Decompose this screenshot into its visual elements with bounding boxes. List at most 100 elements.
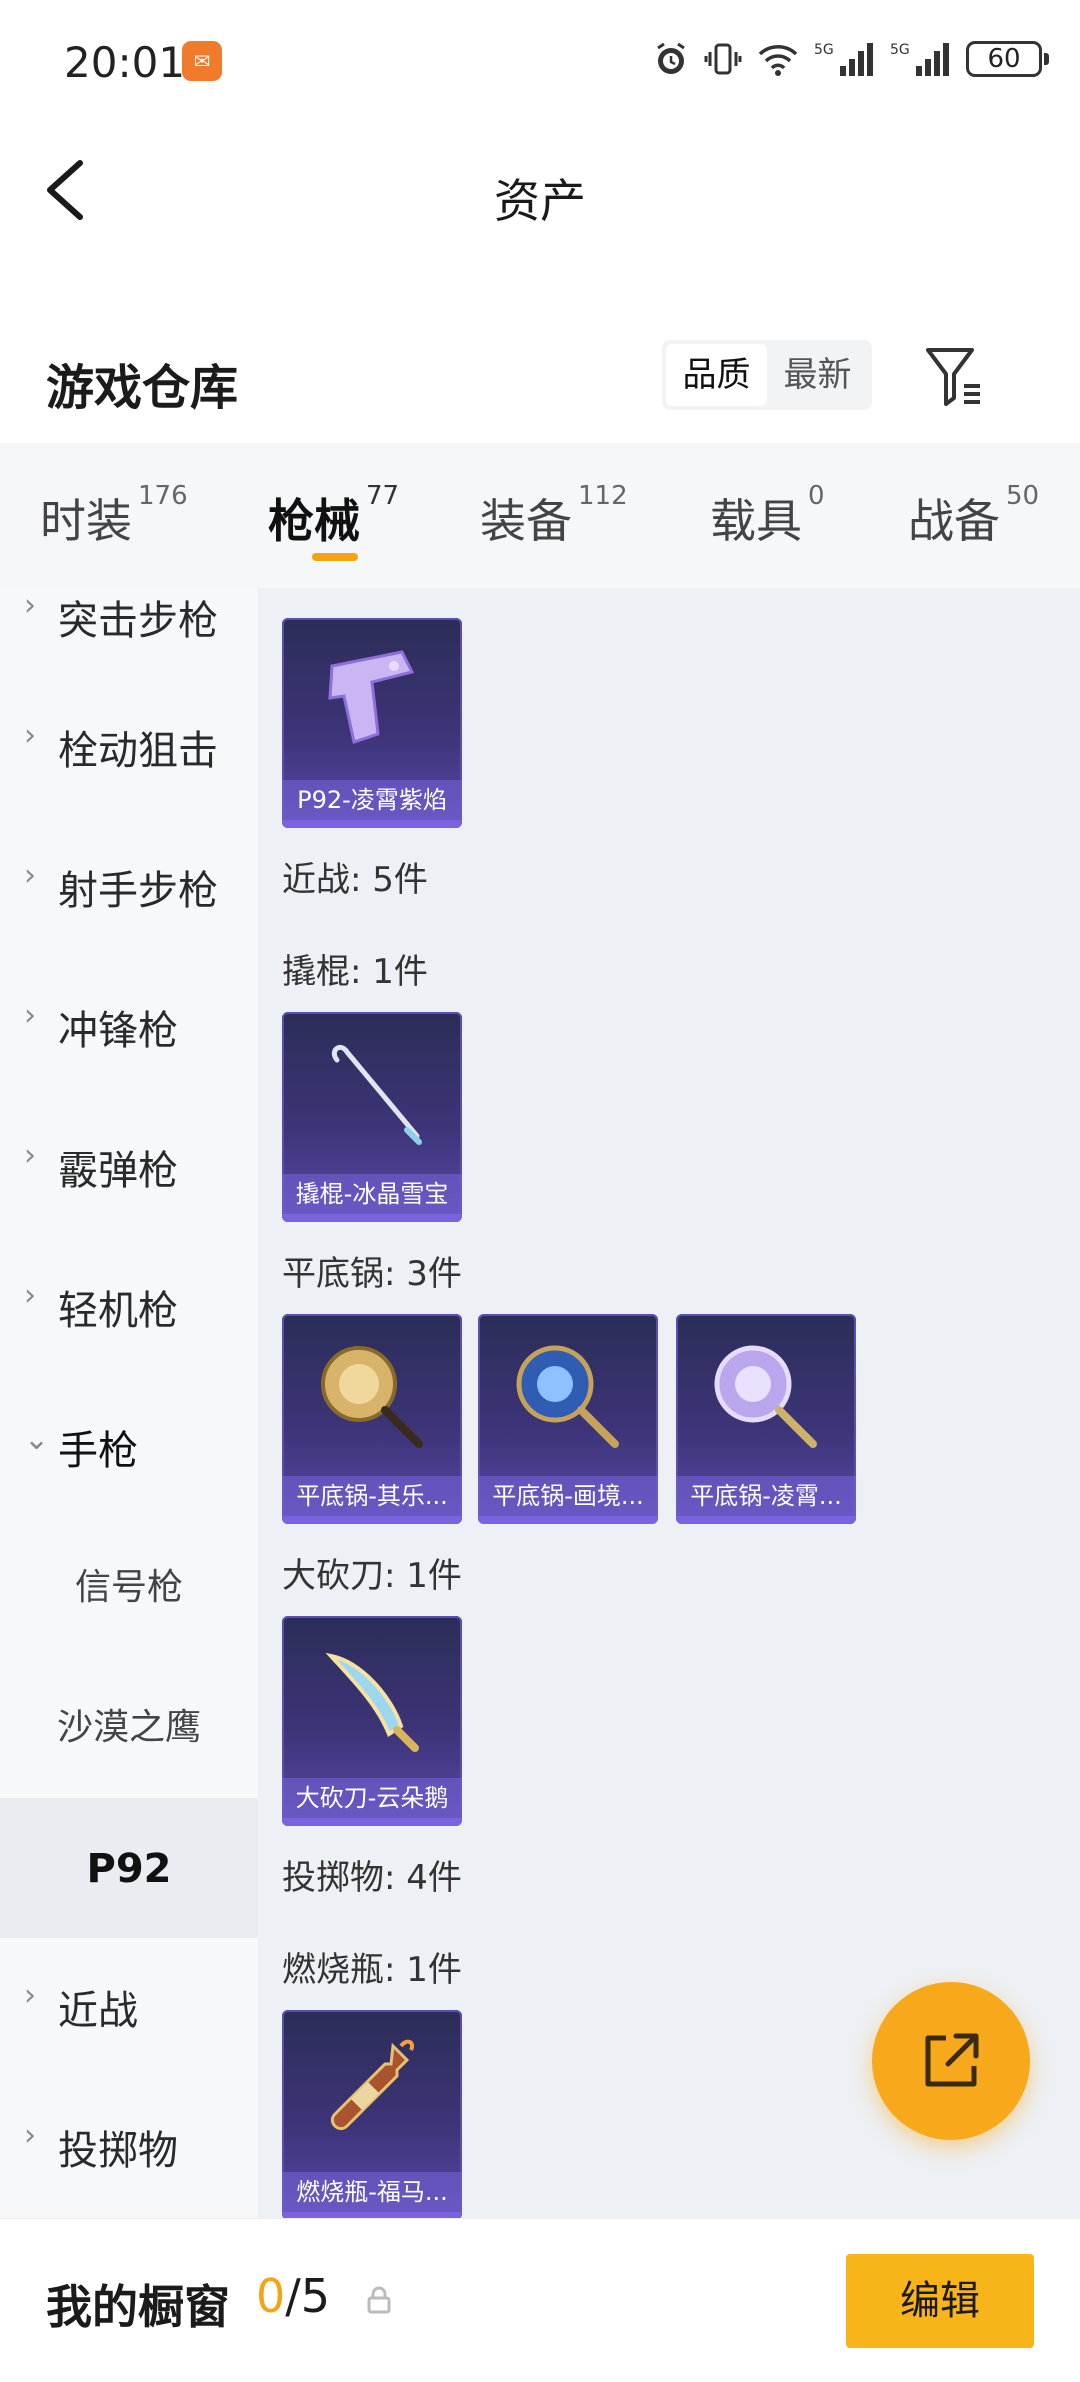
sidebar-item-label: 轻机枪 — [58, 1288, 178, 1334]
item-card-molotov[interactable]: 燃烧瓶-福马... — [282, 2010, 462, 2218]
rarity-bar — [282, 820, 462, 828]
tab-count: 112 — [578, 481, 628, 511]
tab-fashion[interactable]: 时装 176 — [40, 481, 188, 551]
status-icons: 5G 5G 60 — [652, 40, 1049, 78]
chevron-down-icon: ⌄ — [24, 1422, 50, 1457]
rarity-bar — [282, 1214, 462, 1222]
item-card-name: P92-凌霄紫焰 — [282, 780, 462, 820]
crowbar-icon — [282, 1012, 462, 1178]
sidebar-item-label: 手枪 — [58, 1428, 138, 1474]
page-title: 资产 — [494, 174, 586, 228]
item-card-name: 大砍刀-云朵鹅 — [282, 1778, 462, 1818]
chevron-right-icon: › — [24, 998, 36, 1033]
warehouse-header: 游戏仓库 品质 最新 — [0, 320, 1080, 440]
vibrate-icon — [704, 40, 742, 78]
sort-option-newest[interactable]: 最新 — [767, 344, 868, 406]
tab-equipment[interactable]: 装备 112 — [480, 481, 628, 551]
group-label-crowbar: 撬棍: 1件 — [282, 952, 428, 992]
alarm-icon — [652, 40, 690, 78]
edit-button[interactable]: 编辑 — [846, 2254, 1034, 2348]
sidebar-item-smg[interactable]: › 冲锋枪 — [0, 998, 258, 1138]
tab-supplies[interactable]: 战备 50 — [908, 481, 1039, 551]
frying-pan-icon — [478, 1314, 658, 1480]
item-card-pan-3[interactable]: 平底锅-凌霄... — [676, 1314, 856, 1524]
chevron-right-icon: › — [24, 858, 36, 893]
group-label-melee: 近战: 5件 — [282, 860, 428, 900]
share-button[interactable] — [872, 1982, 1030, 2140]
sidebar-subitem-label: 信号枪 — [74, 1567, 183, 1608]
tab-firearms[interactable]: 枪械 77 — [268, 481, 399, 551]
sidebar-item-melee[interactable]: › 近战 — [0, 1978, 258, 2118]
sidebar-item-pistol[interactable]: ⌄ 手枪 — [0, 1418, 258, 1558]
app-notification-icon: ✉ — [182, 41, 222, 81]
sidebar-item-label: 突击步枪 — [58, 598, 218, 644]
sidebar-item-label: 冲锋枪 — [58, 1008, 178, 1054]
showcase-label: 我的橱窗 — [46, 2280, 230, 2334]
item-card-name: 平底锅-凌霄... — [676, 1476, 856, 1516]
sidebar-subitem-flare-gun[interactable]: 信号枪 — [0, 1558, 258, 1698]
active-tab-indicator — [312, 553, 358, 561]
sort-option-quality[interactable]: 品质 — [666, 344, 767, 406]
item-card-p92[interactable]: P92-凌霄紫焰 — [282, 618, 462, 828]
item-card-name: 撬棍-冰晶雪宝 — [282, 1174, 462, 1214]
chevron-right-icon: › — [24, 1138, 36, 1173]
sidebar-item-label: 射手步枪 — [58, 868, 218, 914]
item-card-machete[interactable]: 大砍刀-云朵鹅 — [282, 1616, 462, 1826]
tab-count: 50 — [1006, 481, 1040, 511]
sidebar-item-shotgun[interactable]: › 霰弹枪 — [0, 1138, 258, 1278]
showcase-count: 0/5 — [256, 2269, 330, 2323]
status-bar: 20:01 ✉ 5G 5G 60 — [0, 0, 1080, 125]
sidebar-item-label: 近战 — [58, 1988, 138, 2034]
top-app-bar: 资产 — [0, 125, 1080, 255]
chevron-right-icon: › — [24, 1278, 36, 1313]
showcase-count-total: /5 — [285, 2269, 331, 2323]
lock-icon — [364, 2285, 394, 2315]
chevron-right-icon: › — [24, 718, 36, 753]
tab-count: 77 — [366, 481, 400, 511]
svg-text:5G: 5G — [890, 42, 910, 58]
sort-toggle: 品质 最新 — [662, 340, 872, 410]
wifi-icon — [756, 40, 800, 78]
sidebar-item-lmg[interactable]: › 轻机枪 — [0, 1278, 258, 1418]
tab-label: 战备 — [908, 494, 1000, 548]
frying-pan-icon — [282, 1314, 462, 1480]
tab-label: 装备 — [480, 494, 572, 548]
item-card-name: 平底锅-其乐... — [282, 1476, 462, 1516]
showcase-count-current: 0 — [256, 2269, 286, 2323]
frying-pan-icon — [676, 1314, 856, 1480]
rarity-bar — [282, 1818, 462, 1826]
filter-icon — [926, 348, 980, 406]
rarity-bar — [676, 1516, 856, 1524]
rarity-bar — [282, 1516, 462, 1524]
sidebar-item-label: 栓动狙击 — [58, 728, 218, 774]
share-external-icon — [925, 2033, 979, 2087]
filter-button[interactable] — [920, 342, 990, 412]
showcase-bar: 我的橱窗 0/5 编辑 — [0, 2218, 1080, 2382]
group-label-machete: 大砍刀: 1件 — [282, 1556, 462, 1596]
rarity-bar — [478, 1516, 658, 1524]
sidebar-item-marksman-rifle[interactable]: › 射手步枪 — [0, 858, 258, 998]
signal-5g-icon: 5G — [890, 40, 952, 78]
tab-label: 枪械 — [268, 494, 360, 548]
category-tabs: 时装 176 枪械 77 装备 112 载具 0 战备 50 — [0, 443, 1080, 588]
tab-vehicles[interactable]: 载具 0 — [710, 481, 825, 551]
battery-icon: 60 — [966, 41, 1049, 77]
sidebar-item-bolt-sniper[interactable]: › 栓动狙击 — [0, 718, 258, 858]
warehouse-title: 游戏仓库 — [46, 360, 239, 416]
chevron-right-icon: › — [24, 2118, 36, 2153]
tab-count: 176 — [138, 481, 188, 511]
tab-count: 0 — [808, 481, 825, 511]
item-card-pan-1[interactable]: 平底锅-其乐... — [282, 1314, 462, 1524]
sidebar-subitem-label: P92 — [86, 1846, 172, 1892]
group-label-throwables: 投掷物: 4件 — [282, 1858, 462, 1898]
sidebar-item-throwables[interactable]: › 投掷物 — [0, 2118, 258, 2218]
item-card-pan-2[interactable]: 平底锅-画境... — [478, 1314, 658, 1524]
signal-5g-icon: 5G — [814, 40, 876, 78]
group-label-pan: 平底锅: 3件 — [282, 1254, 462, 1294]
chevron-right-icon: › — [24, 1978, 36, 2013]
item-card-crowbar[interactable]: 撬棍-冰晶雪宝 — [282, 1012, 462, 1222]
tab-label: 时装 — [40, 494, 132, 548]
sidebar-item-assault-rifle[interactable]: › 突击步枪 — [0, 588, 258, 728]
item-grid-area: P92-凌霄紫焰 近战: 5件 撬棍: 1件 撬棍-冰晶雪宝 平底锅: 3件 平… — [258, 588, 1080, 2218]
sidebar-subitem-p92[interactable]: P92 — [0, 1798, 258, 1938]
